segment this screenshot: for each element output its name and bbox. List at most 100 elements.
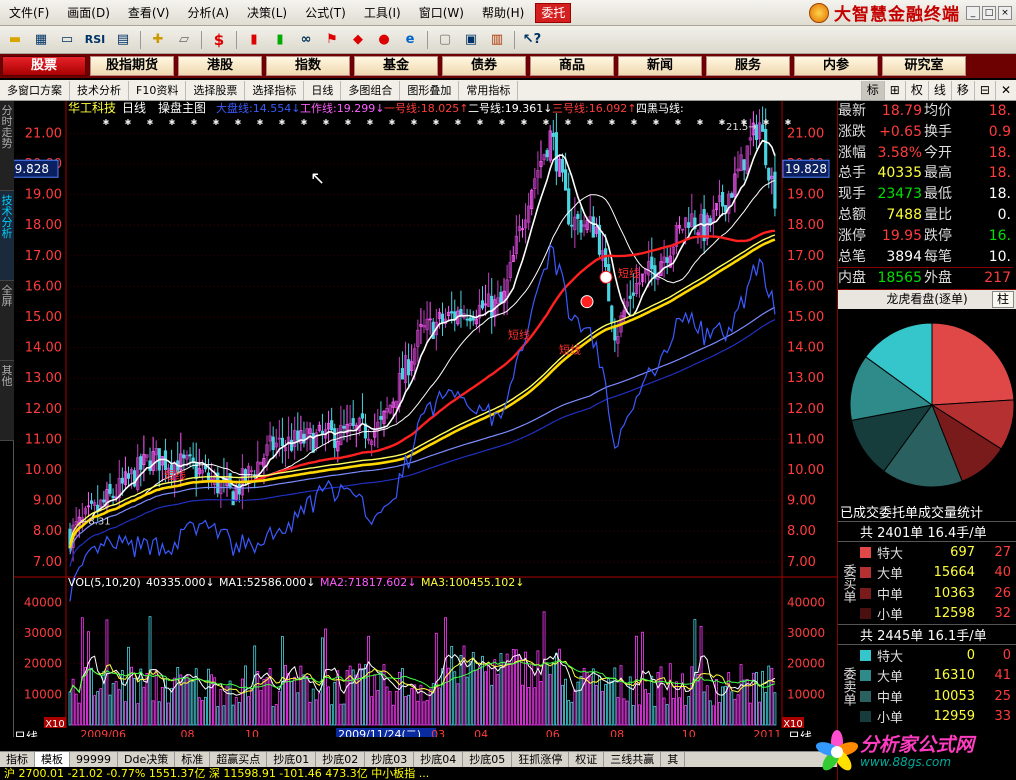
price-tick-label-left: 19.00 [25, 188, 62, 203]
ruler-icon[interactable]: ▱ [173, 30, 195, 50]
multi-chart-button[interactable]: 多图组合 [341, 80, 401, 100]
tab-other[interactable]: 其他 [0, 361, 14, 441]
diamond-icon[interactable]: ◆ [347, 30, 369, 50]
order-percent: 25 [994, 688, 1011, 704]
kline-chart[interactable]: 21.0021.0020.0020.0019.0019.0018.0018.00… [14, 101, 837, 737]
nav-funds[interactable]: 基金 [354, 56, 438, 76]
tab-dde[interactable]: Dde决策 [118, 752, 176, 767]
order-row: 特大 0 0 [858, 645, 1016, 666]
menu-view-screen[interactable]: 画面(D) [58, 0, 119, 26]
close-panel-icon[interactable]: ✕ [994, 80, 1016, 100]
price-tick-label-left: 13.00 [25, 371, 62, 386]
price-tick-label-right: 21.00 [787, 126, 824, 141]
select-indicator-button[interactable]: 选择指标 [245, 80, 305, 100]
maximize-icon[interactable]: □ [982, 5, 996, 20]
bar-view-button[interactable]: 柱 [991, 291, 1014, 309]
nav-research[interactable]: 研究室 [882, 56, 966, 76]
collapse-icon[interactable]: ⊟ [973, 80, 995, 100]
tab-bottom-02[interactable]: 抄底02 [316, 752, 366, 767]
date-label: 10 [682, 728, 696, 737]
tab-technical[interactable]: 技术分析 [0, 191, 14, 281]
crosshair-icon[interactable]: ✚ [147, 30, 169, 50]
nav-stocks[interactable]: 股票 [2, 56, 86, 76]
memo-icon[interactable]: ▢ [434, 30, 456, 50]
tab-three-lines[interactable]: 三线共赢 [604, 752, 662, 767]
common-indicator-button[interactable]: 常用指标 [459, 80, 519, 100]
tab-timeshare[interactable]: 分时走势 [0, 101, 14, 191]
lips-icon[interactable]: ● [373, 30, 395, 50]
sell-summary: 共 2445单 16.1手/单 [838, 624, 1016, 644]
books-icon[interactable]: ▥ [486, 30, 508, 50]
quote-label: 今开 [924, 144, 952, 161]
close-icon[interactable]: × [998, 5, 1012, 20]
tab-mark[interactable]: 标 [860, 80, 884, 100]
nav-news[interactable]: 新闻 [618, 56, 702, 76]
tab-more[interactable]: 其 [661, 752, 686, 767]
monitor-icon[interactable]: ▭ [56, 30, 78, 50]
rsi-icon[interactable]: RSI [82, 30, 108, 50]
site-watermark: 分析家公式网 www.88gs.com [814, 724, 1016, 780]
chart-main-title: 操盘主图 [158, 101, 206, 115]
tech-analysis-button[interactable]: 技术分析 [70, 80, 129, 100]
grid-icon[interactable]: ▤ [112, 30, 134, 50]
nav-index[interactable]: 指数 [266, 56, 350, 76]
color-swatch [860, 608, 871, 620]
tab-rights[interactable]: 权 [904, 80, 928, 100]
flag-icon[interactable]: ⚑ [321, 30, 343, 50]
tab-buy-point[interactable]: 超赢买点 [210, 752, 268, 767]
nav-services[interactable]: 服务 [706, 56, 790, 76]
quote-label: 换手 [924, 123, 952, 140]
menu-window[interactable]: 窗口(W) [410, 0, 473, 26]
menu-formula[interactable]: 公式(T) [296, 0, 355, 26]
tab-fullscreen[interactable]: 全屏 [0, 281, 14, 361]
tab-standard[interactable]: 标准 [175, 752, 211, 767]
tab-bottom-05[interactable]: 抄底05 [463, 752, 513, 767]
candles-icon[interactable]: ▮ [243, 30, 265, 50]
nav-insider[interactable]: 内参 [794, 56, 878, 76]
minimize-icon[interactable]: _ [966, 5, 980, 20]
binoculars-icon[interactable]: ∞ [295, 30, 317, 50]
gradient-icon[interactable]: ▮ [269, 30, 291, 50]
nav-index-futures[interactable]: 股指期货 [90, 56, 174, 76]
signal-marker: ✱ [697, 118, 704, 127]
nav-hk-stocks[interactable]: 港股 [178, 56, 262, 76]
stats-title: 已成交委托单成交量统计 [840, 506, 984, 522]
tab-template[interactable]: 模板 [35, 752, 70, 767]
kline-icon[interactable]: ▦ [30, 30, 52, 50]
smiley-icon [580, 295, 594, 309]
tab-move[interactable]: 移 [950, 80, 974, 100]
f10-button[interactable]: F10资料 [129, 80, 187, 100]
menu-file[interactable]: 文件(F) [0, 0, 58, 26]
price-tick-label-right: 15.00 [787, 310, 824, 325]
tab-line[interactable]: 线 [927, 80, 951, 100]
period-button[interactable]: 日线 [304, 80, 342, 100]
menu-decision[interactable]: 决策(L) [238, 0, 296, 26]
tab-99999[interactable]: 99999 [70, 752, 118, 767]
tab-warrant[interactable]: 权证 [569, 752, 605, 767]
tab-indicator[interactable]: 指标 [0, 752, 35, 767]
menu-analysis[interactable]: 分析(A) [178, 0, 238, 26]
help-cursor-icon[interactable]: ↖? [521, 30, 543, 50]
nav-commodities[interactable]: 商品 [530, 56, 614, 76]
entrust-button[interactable]: 委托 [535, 2, 572, 23]
select-stock-button[interactable]: 选择股票 [186, 80, 246, 100]
multi-window-button[interactable]: 多窗口方案 [0, 80, 70, 100]
expand-icon[interactable]: ⊞ [883, 80, 905, 100]
tab-bottom-03[interactable]: 抄底03 [365, 752, 415, 767]
menu-tools[interactable]: 工具(I) [355, 0, 410, 26]
signal-marker: ✱ [125, 118, 132, 127]
dollar-icon[interactable]: $ [208, 30, 230, 50]
volume-tick-label-right: 10000 [787, 687, 825, 701]
tab-bottom-04[interactable]: 抄底04 [414, 752, 464, 767]
color-swatch [860, 690, 871, 702]
tab-limit-up[interactable]: 狂抓涨停 [512, 752, 570, 767]
menu-view[interactable]: 查看(V) [119, 0, 179, 26]
short-line-annotation: 短线 [618, 266, 640, 280]
open-folder-icon[interactable]: ▬ [4, 30, 26, 50]
tab-bottom-01[interactable]: 抄底01 [267, 752, 317, 767]
menu-help[interactable]: 帮助(H) [473, 0, 533, 26]
nav-bonds[interactable]: 债券 [442, 56, 526, 76]
window-icon[interactable]: ▣ [460, 30, 482, 50]
ie-icon[interactable]: e [399, 30, 421, 50]
overlay-button[interactable]: 图形叠加 [400, 80, 460, 100]
